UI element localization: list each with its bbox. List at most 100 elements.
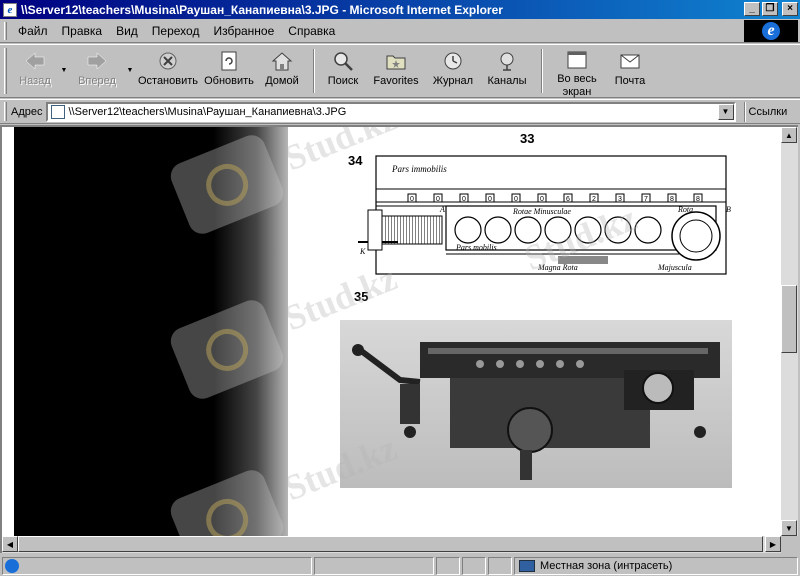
refresh-label: Обновить: [204, 75, 254, 87]
forward-button[interactable]: Вперед: [69, 45, 125, 97]
toolbar-grip[interactable]: [4, 48, 7, 94]
ie-page-icon: e: [3, 2, 17, 17]
digit-window-value: 0: [514, 196, 518, 203]
label-rotae-minusculae: Rotae Minusculae: [512, 207, 571, 216]
menu-favorites[interactable]: Избранное: [206, 22, 281, 40]
menu-go[interactable]: Переход: [145, 22, 207, 40]
history-button[interactable]: Журнал: [427, 45, 479, 97]
horizontal-scrollbar[interactable]: ◀ ▶: [0, 536, 781, 553]
address-grip[interactable]: [4, 102, 7, 121]
label-majuscula: Majuscula: [657, 263, 692, 272]
figure-number-33: 33: [520, 131, 535, 146]
machine-diagram: 0 0 0 0 0 0 6 2 3 7 8 8 Pars immobilis Rotae Minusc…: [358, 155, 731, 275]
menu-grip[interactable]: [4, 21, 7, 40]
back-button[interactable]: Назад: [11, 45, 59, 97]
search-button[interactable]: Поиск: [321, 45, 365, 97]
menu-file[interactable]: Файл: [11, 22, 55, 40]
status-bar: Местная зона (интрасеть): [0, 555, 800, 576]
scroll-left-icon[interactable]: ◀: [2, 536, 18, 552]
channels-label: Каналы: [487, 75, 527, 87]
forward-dropdown-icon[interactable]: ▼: [125, 45, 135, 97]
security-zone-panel: Местная зона (интрасеть): [514, 556, 798, 575]
search-icon: [332, 50, 354, 72]
scroll-right-icon[interactable]: ▶: [765, 536, 781, 552]
mail-button[interactable]: Почта: [605, 45, 655, 97]
channels-button[interactable]: Каналы: [479, 45, 535, 97]
address-bar: Адрес \\Server12\teachers\Musina\Раушан_…: [0, 99, 800, 124]
close-button[interactable]: ×: [782, 2, 798, 16]
small-dials: [454, 216, 662, 244]
stop-label: Остановить: [137, 75, 199, 87]
home-label: Домой: [265, 75, 299, 87]
stop-button[interactable]: Остановить: [135, 45, 201, 97]
label-magna-rota: Magna Rota: [537, 263, 578, 272]
back-label: Назад: [19, 75, 51, 87]
horizontal-scroll-thumb[interactable]: [18, 536, 763, 552]
status-main-panel: [2, 556, 312, 575]
menu-view[interactable]: Вид: [109, 22, 145, 40]
fullscreen-icon: [566, 50, 588, 70]
maximize-button[interactable]: ❐: [762, 2, 778, 16]
ie-throbber: e: [744, 20, 798, 42]
address-dropdown-icon[interactable]: ▼: [717, 103, 734, 120]
vertical-scroll-thumb[interactable]: [781, 285, 797, 353]
window-controls: _ ❐ ×: [744, 2, 798, 16]
menu-edit[interactable]: Правка: [55, 22, 110, 40]
label-rota: Rota: [677, 205, 693, 214]
scanned-page-shadow: [14, 127, 299, 536]
status-panel: [436, 556, 460, 575]
label-a: A: [439, 205, 445, 214]
scroll-up-icon[interactable]: ▲: [781, 127, 797, 143]
address-input[interactable]: \\Server12\teachers\Musina\Раушан_Канапи…: [45, 101, 736, 122]
links-separator: [743, 101, 746, 122]
status-panel: [462, 556, 486, 575]
favorites-folder-icon: [385, 50, 407, 72]
refresh-icon: [220, 50, 238, 72]
back-dropdown-icon[interactable]: ▼: [59, 45, 69, 97]
big-dial: [671, 211, 721, 261]
digit-window-value: 8: [696, 196, 700, 203]
mail-label: Почта: [614, 75, 646, 87]
digit-window-value: 0: [410, 196, 414, 203]
digit-window-value: 0: [540, 196, 544, 203]
file-icon: [50, 104, 65, 119]
label-pars-immobilis: Pars immobilis: [391, 164, 447, 174]
forward-arrow-icon: [86, 50, 108, 72]
digit-window-value: 8: [670, 196, 674, 203]
digit-window-value: 0: [462, 196, 466, 203]
home-button[interactable]: Домой: [257, 45, 307, 97]
label-pars-mobilis: Pars mobilis: [455, 243, 497, 252]
menu-bar: Файл Правка Вид Переход Избранное Справк…: [0, 19, 800, 43]
mail-icon: [619, 50, 641, 72]
fullscreen-button[interactable]: Во весь экран: [549, 45, 605, 98]
status-panel: [488, 556, 512, 575]
search-label: Поиск: [327, 75, 359, 87]
digit-window-value: 7: [644, 196, 648, 203]
refresh-button[interactable]: Обновить: [201, 45, 257, 97]
digit-window-value: 2: [592, 196, 596, 203]
digit-window-value: 0: [488, 196, 492, 203]
fullscreen-label-1: Во весь: [557, 73, 597, 85]
menu-help[interactable]: Справка: [281, 22, 342, 40]
vertical-scrollbar[interactable]: ▲ ▼: [781, 125, 798, 536]
history-label: Журнал: [432, 75, 474, 87]
window-title: \\Server12\teachers\Musina\Раушан_Канапи…: [21, 2, 503, 17]
address-label: Адрес: [11, 105, 43, 118]
machine-photo: [340, 320, 732, 488]
stop-icon: [158, 50, 178, 72]
toolbar-separator: [541, 49, 543, 93]
scroll-down-icon[interactable]: ▼: [781, 520, 797, 536]
fullscreen-label-2: экран: [562, 86, 592, 98]
standard-toolbar: Назад ▼ Вперед ▼ Остановить Обновить Дом…: [0, 44, 800, 98]
toolbar-separator: [313, 49, 315, 93]
ie-status-icon: [5, 558, 19, 573]
ie-logo-icon: e: [762, 22, 780, 40]
minimize-button[interactable]: _: [744, 2, 760, 16]
scanned-page: 33 34 0 0 0 0 0 0 6 2 3 7 8 8 Pars immob…: [288, 127, 748, 536]
favorites-label: Favorites: [373, 75, 419, 87]
address-value: \\Server12\teachers\Musina\Раушан_Канапи…: [68, 105, 347, 118]
favorites-button[interactable]: Favorites: [365, 45, 427, 97]
status-progress-panel: [314, 556, 434, 575]
digit-window-value: 0: [436, 196, 440, 203]
links-button[interactable]: Ссылки: [749, 106, 788, 118]
